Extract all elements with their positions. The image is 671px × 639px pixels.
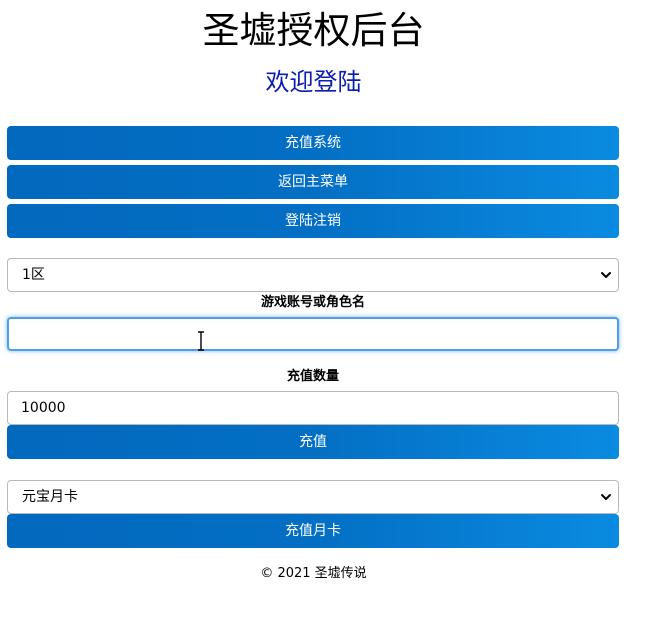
logout-button[interactable]: 登陆注销 (7, 204, 619, 238)
copyright-footer: © 2021 圣墟传说 (260, 566, 367, 581)
chevron-down-icon (601, 494, 611, 500)
monthly-card-recharge-button[interactable]: 充值月卡 (7, 514, 619, 548)
server-select-value: 1区 (22, 267, 45, 283)
back-to-menu-button[interactable]: 返回主菜单 (7, 165, 619, 199)
card-type-select-value: 元宝月卡 (22, 489, 78, 505)
recharge-button[interactable]: 充值 (7, 425, 619, 459)
welcome-subtitle: 欢迎登陆 (265, 68, 362, 96)
text-cursor-icon (198, 331, 204, 351)
page-title: 圣墟授权后台 (202, 9, 425, 52)
chevron-down-icon (601, 272, 611, 278)
amount-input[interactable] (7, 391, 619, 425)
server-select[interactable]: 1区 (7, 258, 619, 292)
account-input[interactable] (7, 317, 619, 351)
recharge-system-button[interactable]: 充值系统 (7, 126, 619, 160)
account-label: 游戏账号或角色名 (260, 295, 365, 310)
card-type-select[interactable]: 元宝月卡 (7, 480, 619, 514)
amount-label: 充值数量 (286, 369, 339, 384)
